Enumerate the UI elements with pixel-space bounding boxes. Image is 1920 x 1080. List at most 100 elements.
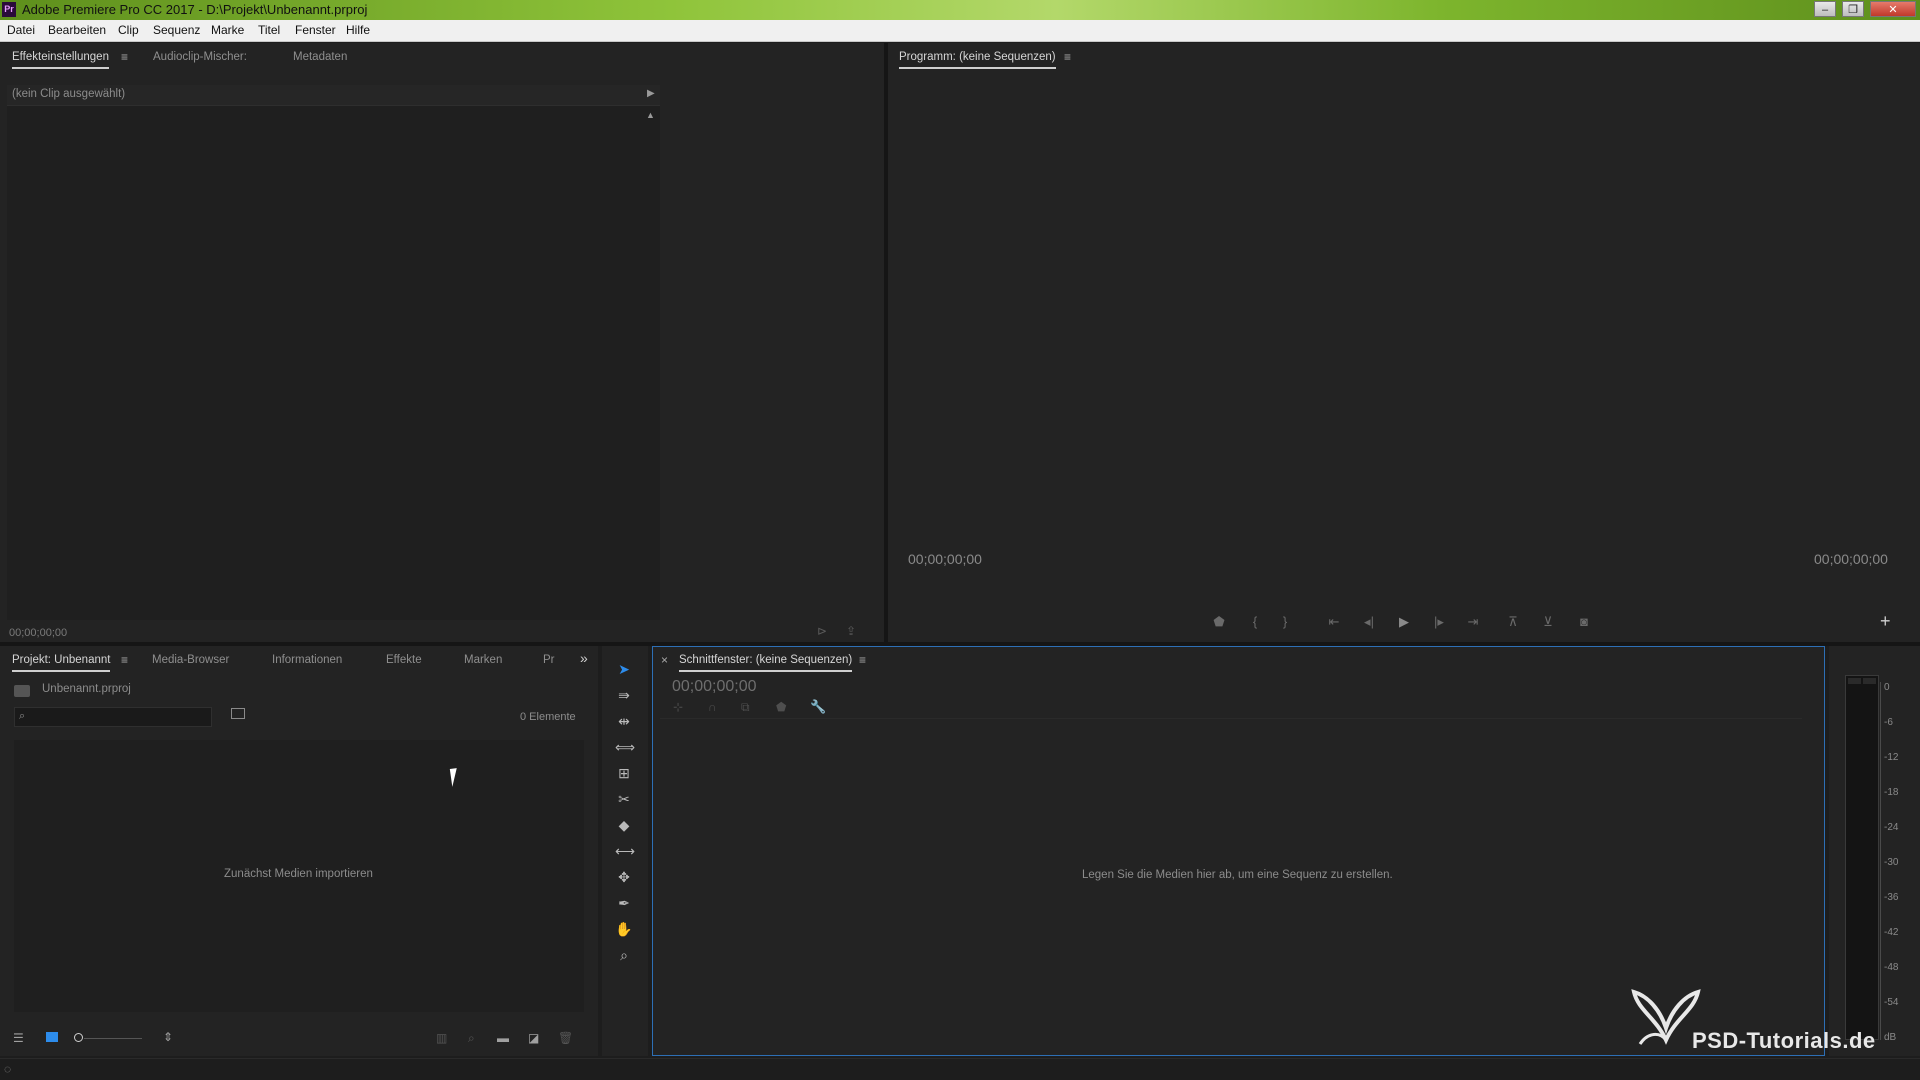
meter-label: -42 — [1884, 927, 1899, 938]
mark-in-icon[interactable]: { — [1244, 613, 1266, 631]
meter-label: -54 — [1884, 997, 1899, 1008]
ripple-edit-tool-icon[interactable]: ⇹ — [615, 711, 633, 731]
step-forward-icon[interactable]: |▸ — [1428, 613, 1450, 631]
razor-tool-icon[interactable]: ✂ — [615, 789, 633, 809]
menu-sequenz[interactable]: Sequenz — [153, 20, 200, 41]
zoom-slider-track[interactable] — [84, 1038, 142, 1039]
go-to-out-icon[interactable]: ⇥ — [1462, 613, 1484, 631]
sort-icon[interactable]: ⇕ — [163, 1030, 173, 1044]
tab-projekt[interactable]: Projekt: Unbenannt — [12, 652, 111, 672]
mouse-cursor-icon — [449, 767, 467, 787]
find-icon[interactable]: ⌕ — [468, 1031, 475, 1046]
meter-label: -36 — [1884, 892, 1899, 903]
track-select-tool-icon[interactable]: ⇛ — [615, 685, 633, 705]
item-count: 0 Elemente — [520, 711, 576, 723]
list-view-icon[interactable]: ☰ — [13, 1031, 24, 1045]
automate-to-sequence-icon[interactable]: ▥ — [436, 1031, 447, 1045]
clear-icon[interactable]: 🗑 — [558, 1031, 573, 1045]
project-search-box[interactable]: ⌕ — [14, 707, 212, 727]
status-bar: ◌ — [0, 1058, 1920, 1080]
program-monitor-title[interactable]: Programm: (keine Sequenzen) — [899, 49, 1056, 69]
tabs-overflow-icon[interactable]: » — [580, 650, 588, 666]
tab-informationen[interactable]: Informationen — [272, 652, 342, 668]
zoom-slider-handle[interactable] — [74, 1033, 83, 1042]
tab-metadaten[interactable]: Metadaten — [293, 49, 347, 65]
menu-titel[interactable]: Titel — [258, 20, 280, 41]
slide-tool-icon[interactable]: ⟷ — [615, 841, 635, 861]
pen-tool-icon[interactable]: ✥ — [615, 867, 633, 887]
project-menu-icon[interactable]: ≡ — [121, 652, 128, 668]
menu-fenster[interactable]: Fenster — [295, 20, 336, 41]
program-timecode-current[interactable]: 00;00;00;00 — [908, 551, 982, 567]
nest-icon[interactable]: ⊹ — [673, 700, 683, 714]
program-monitor-panel — [888, 43, 1920, 642]
meter-peak-left — [1848, 678, 1861, 684]
no-clip-selected-label: (kein Clip ausgewählt) — [12, 88, 126, 100]
meter-label: dB — [1884, 1032, 1897, 1043]
status-icon[interactable]: ◌ — [4, 1062, 11, 1076]
play-icon[interactable]: ▶ — [1393, 613, 1415, 631]
menu-datei[interactable]: Datei — [7, 20, 35, 41]
mark-out-icon[interactable]: } — [1274, 613, 1296, 631]
program-timecode-duration: 00;00;00;00 — [1814, 551, 1888, 567]
tab-effekte[interactable]: Effekte — [386, 652, 422, 668]
transport-controls: ⬟ { } ⇤ ◂| ▶ |▸ ⇥ ⊼ ⊻ ◙ — [1208, 613, 1608, 633]
audio-meter-bars — [1845, 675, 1879, 1040]
filter-icon[interactable]: ⊳ — [817, 624, 827, 638]
meter-label: 0 — [1884, 682, 1890, 693]
add-button-icon[interactable]: + — [1880, 612, 1891, 630]
maximize-button[interactable]: ❐ — [1842, 1, 1864, 17]
step-back-icon[interactable]: ◂| — [1358, 613, 1380, 631]
menu-bearbeiten[interactable]: Bearbeiten — [48, 20, 106, 41]
window-title: Adobe Premiere Pro CC 2017 - D:\Projekt\… — [22, 2, 368, 17]
minimize-button[interactable]: – — [1814, 1, 1836, 17]
scroll-up-icon[interactable]: ▲ — [646, 110, 655, 120]
camera-icon[interactable]: ◙ — [1573, 613, 1595, 631]
rate-stretch-tool-icon[interactable]: ⊞ — [615, 763, 633, 783]
selection-tool-icon[interactable]: ➤ — [615, 659, 633, 679]
new-item-icon[interactable]: ◪ — [528, 1031, 539, 1045]
import-media-hint: Zunächst Medien importieren — [224, 868, 373, 880]
new-bin-icon[interactable]: ▬ — [497, 1031, 509, 1045]
meter-label: -6 — [1884, 717, 1893, 728]
tab-effekteinstellungen[interactable]: Effekteinstellungen — [12, 49, 109, 69]
menu-clip[interactable]: Clip — [118, 20, 139, 41]
timeline-title[interactable]: Schnittfenster: (keine Sequenzen) — [679, 652, 853, 672]
menu-hilfe[interactable]: Hilfe — [346, 20, 370, 41]
timeline-timecode[interactable]: 00;00;00;00 — [672, 678, 757, 696]
add-marker-icon[interactable]: ⬟ — [776, 700, 786, 714]
meter-label: -12 — [1884, 752, 1899, 763]
effects-panel-menu-icon[interactable]: ≡ — [121, 49, 128, 65]
effects-timecode[interactable]: 00;00;00;00 — [9, 627, 67, 639]
new-search-bin-icon[interactable] — [231, 708, 245, 719]
icon-view-icon[interactable] — [46, 1032, 58, 1042]
zoom-hand-icon[interactable]: ✋ — [615, 919, 633, 939]
export-icon[interactable]: ⇪ — [846, 624, 856, 638]
expand-arrow-icon[interactable]: ▶ — [647, 88, 655, 99]
snap-icon[interactable]: ∩ — [708, 700, 717, 714]
menu-marke[interactable]: Marke — [211, 20, 244, 41]
timeline-menu-icon[interactable]: ≡ — [859, 652, 866, 668]
marker-icon[interactable]: ⬟ — [1208, 613, 1230, 631]
project-media-area[interactable]: Zunächst Medien importieren — [14, 740, 584, 1012]
project-search-input[interactable] — [35, 709, 209, 727]
go-to-in-icon[interactable]: ⇤ — [1323, 613, 1345, 631]
tab-pr-truncated[interactable]: Pr — [543, 652, 555, 668]
wrench-icon[interactable]: 🔧 — [810, 699, 826, 715]
meter-label: -24 — [1884, 822, 1899, 833]
close-button[interactable]: ✕ — [1870, 1, 1916, 17]
meter-peak-right — [1863, 678, 1876, 684]
slip-tool-icon[interactable]: ◆ — [615, 815, 633, 835]
program-menu-icon[interactable]: ≡ — [1064, 49, 1071, 65]
extract-icon[interactable]: ⊻ — [1537, 613, 1559, 631]
timeline-close-icon[interactable]: × — [661, 652, 668, 668]
lift-icon[interactable]: ⊼ — [1502, 613, 1524, 631]
tab-media-browser[interactable]: Media-Browser — [152, 652, 229, 668]
hand-tool-icon[interactable]: ✒ — [615, 893, 633, 913]
tab-audioclip-mischer[interactable]: Audioclip-Mischer: — [153, 49, 247, 65]
timeline-drop-hint: Legen Sie die Medien hier ab, um eine Se… — [1082, 869, 1393, 881]
zoom-tool-icon[interactable]: ⌕ — [615, 945, 633, 965]
tab-marken[interactable]: Marken — [464, 652, 502, 668]
rolling-edit-tool-icon[interactable]: ⟺ — [615, 737, 635, 757]
linked-selection-icon[interactable]: ⧉ — [741, 700, 750, 715]
